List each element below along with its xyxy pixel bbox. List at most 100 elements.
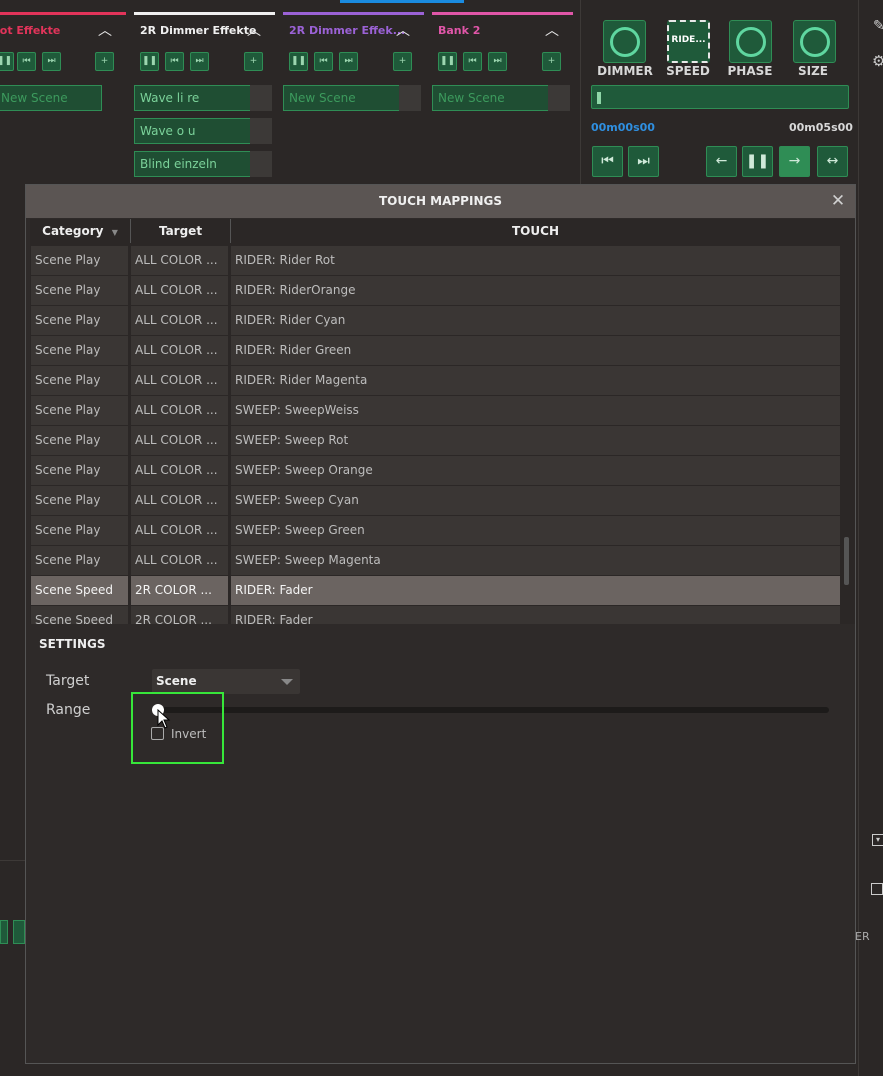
next-button[interactable]: ⏭ (42, 52, 61, 71)
scene-label: New Scene (438, 91, 505, 105)
bank-title[interactable]: 2R Dimmer Effek... (289, 24, 405, 37)
next-button[interactable]: ⏭ (339, 52, 358, 71)
gear-icon[interactable]: ⚙ (872, 52, 883, 70)
collapse-icon[interactable]: ▾ (872, 834, 883, 846)
timeline-handle[interactable] (597, 92, 601, 104)
pause-button[interactable]: ❚❚ (438, 52, 457, 71)
table-row[interactable]: Scene Play ALL COLOR ... RIDER: Rider Gree… (31, 336, 840, 365)
add-scene-button[interactable]: + (95, 52, 114, 71)
column-header-touch[interactable]: TOUCH (231, 219, 840, 243)
skip-forward-button[interactable]: ⏭ (628, 146, 659, 177)
scene-button[interactable]: Blind einzeln (134, 151, 272, 177)
cell-category: Scene Speed (31, 576, 128, 605)
table-scrollbar[interactable] (840, 243, 852, 624)
bank-column-3: 2R Dimmer Effek... ︿ ❚❚ ⏮ ⏭ + New Scene (283, 0, 424, 185)
scrollbar-thumb[interactable] (844, 537, 849, 585)
cell-target: ALL COLOR ... (131, 426, 228, 455)
close-icon[interactable]: ✕ (829, 191, 847, 211)
pause-button[interactable]: ❚❚ (0, 52, 14, 71)
rider-panel: RIDE... DIMMER SPEED PHASE SIZE 00m00s00… (580, 0, 858, 185)
cell-target: ALL COLOR ... (131, 306, 228, 335)
range-slider-track[interactable] (154, 707, 829, 713)
table-row[interactable]: Scene Play ALL COLOR ... SWEEP: Sweep Gree… (31, 516, 840, 545)
direction-left-button[interactable]: ← (706, 146, 737, 177)
bottom-partial-text: ER (855, 930, 870, 943)
edit-icon[interactable]: ✎ (873, 18, 883, 34)
next-button[interactable]: ⏭ (190, 52, 209, 71)
table-row[interactable]: Scene Play ALL COLOR ... SWEEP: Sweep Oran… (31, 456, 840, 485)
add-scene-button[interactable]: + (393, 52, 412, 71)
bank-color-bar (134, 12, 275, 15)
table-row[interactable]: Scene Play ALL COLOR ... SWEEP: SweepWeiss (31, 396, 840, 425)
bank-column-2: 2R Dimmer Effekte ︿ ❚❚ ⏮ ⏭ + Wave li re … (134, 0, 275, 185)
bottom-icon[interactable] (0, 920, 8, 944)
cell-touch: SWEEP: Sweep Rot (231, 426, 840, 455)
previous-button[interactable]: ⏮ (463, 52, 482, 71)
scene-button[interactable]: Wave li re (134, 85, 272, 111)
cell-touch: RIDER: Rider Cyan (231, 306, 840, 335)
pause-button[interactable]: ❚❚ (742, 146, 773, 177)
next-button[interactable]: ⏭ (488, 52, 507, 71)
direction-right-button[interactable]: → (779, 146, 810, 177)
scene-button[interactable]: New Scene (0, 85, 102, 111)
table-row[interactable]: Scene Play ALL COLOR ... RIDER: Rider Rot (31, 246, 840, 275)
cell-category: Scene Play (31, 276, 128, 305)
dialog-title: TOUCH MAPPINGS (26, 185, 855, 218)
table-row[interactable]: Scene Play ALL COLOR ... RIDER: Rider Mage… (31, 366, 840, 395)
previous-button[interactable]: ⏮ (314, 52, 333, 71)
table-row[interactable]: Scene Play ALL COLOR ... SWEEP: Sweep Cyan (31, 486, 840, 515)
window-icon[interactable] (871, 883, 883, 895)
bank-title[interactable]: 2R Dimmer Effekte (140, 24, 256, 37)
dropdown-arrow-icon (281, 679, 293, 685)
timeline-bar[interactable] (591, 85, 849, 109)
table-row[interactable]: Scene Play ALL COLOR ... SWEEP: Sweep Rot (31, 426, 840, 455)
pause-button[interactable]: ❚❚ (289, 52, 308, 71)
table-row[interactable]: Scene Speed 2R COLOR ... RIDER: Fader (31, 576, 840, 605)
cell-touch: SWEEP: Sweep Orange (231, 456, 840, 485)
column-header-target[interactable]: Target (131, 219, 231, 243)
cell-category: Scene Play (31, 426, 128, 455)
settings-panel: SETTINGS Target Scene Range Invert (30, 624, 855, 1061)
column-label: Target (158, 224, 203, 238)
range-label: Range (46, 702, 91, 718)
collapse-chevron-icon[interactable]: ︿ (396, 20, 410, 40)
collapse-chevron-icon[interactable]: ︿ (545, 20, 559, 40)
collapse-chevron-icon[interactable]: ︿ (247, 20, 261, 40)
pause-button[interactable]: ❚❚ (140, 52, 159, 71)
table-row[interactable]: Scene Play ALL COLOR ... RIDER: Rider Cyan (31, 306, 840, 335)
scene-button[interactable]: New Scene (432, 85, 570, 111)
cell-touch: RIDER: RiderOrange (231, 276, 840, 305)
column-label: Category (42, 224, 104, 238)
cell-category: Scene Play (31, 306, 128, 335)
scene-button[interactable]: New Scene (283, 85, 421, 111)
skip-back-button[interactable]: ⏮ (592, 146, 623, 177)
speed-knob[interactable]: RIDE... (667, 20, 710, 63)
target-select[interactable]: Scene (152, 669, 300, 694)
cell-category: Scene Play (31, 396, 128, 425)
table-body: Scene Play ALL COLOR ... RIDER: Rider Rot S… (31, 246, 841, 624)
cell-target: ALL COLOR ... (131, 336, 228, 365)
phase-knob[interactable] (729, 20, 772, 63)
add-scene-button[interactable]: + (244, 52, 263, 71)
knob-label-size: SIZE (797, 64, 828, 78)
table-row[interactable]: Scene Play ALL COLOR ... SWEEP: Sweep Mage… (31, 546, 840, 575)
scene-label: Wave o u (140, 124, 196, 138)
bank-title[interactable]: lot Effekte (0, 24, 60, 37)
bank-color-bar (283, 12, 424, 15)
bounce-button[interactable]: ↔ (817, 146, 848, 177)
column-header-category[interactable]: Category ▼ (30, 219, 131, 243)
table-row[interactable]: Scene Play ALL COLOR ... RIDER: RiderOrang… (31, 276, 840, 305)
previous-button[interactable]: ⏮ (165, 52, 184, 71)
dimmer-knob[interactable] (603, 20, 646, 63)
scene-button[interactable]: Wave o u (134, 118, 272, 144)
collapse-chevron-icon[interactable]: ︿ (98, 20, 112, 40)
add-scene-button[interactable]: + (542, 52, 561, 71)
settings-title: SETTINGS (39, 637, 106, 651)
cell-touch: SWEEP: SweepWeiss (231, 396, 840, 425)
table-row[interactable]: Scene Speed 2R COLOR ... RIDER: Fader (31, 606, 840, 624)
size-knob[interactable] (793, 20, 836, 63)
cell-category: Scene Play (31, 546, 128, 575)
previous-button[interactable]: ⏮ (17, 52, 36, 71)
bottom-icon[interactable] (13, 920, 25, 944)
bank-title[interactable]: Bank 2 (438, 24, 480, 37)
